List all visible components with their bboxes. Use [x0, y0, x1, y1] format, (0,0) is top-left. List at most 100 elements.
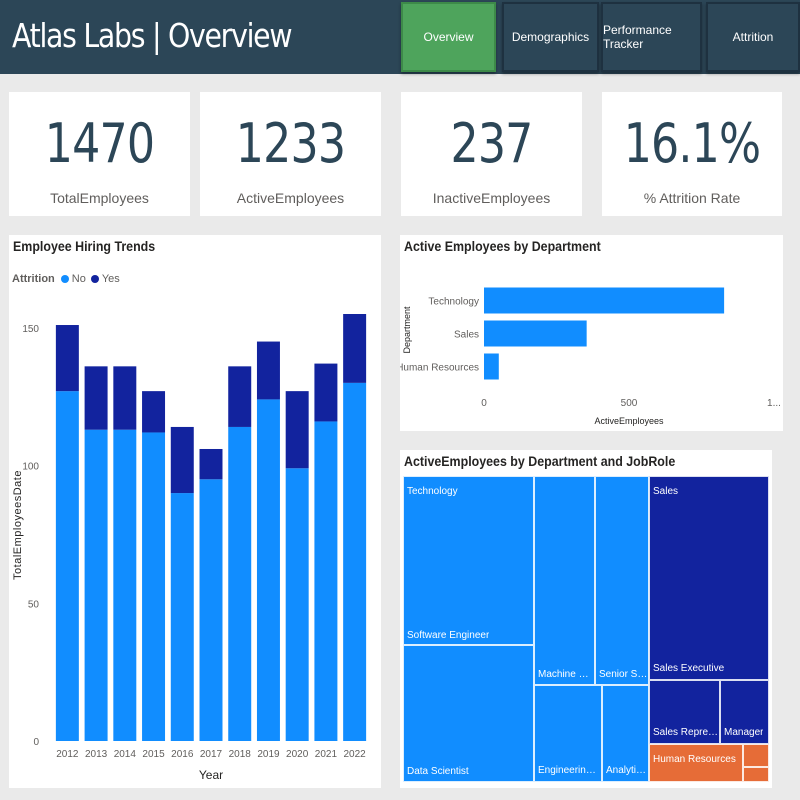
- treemap-title: ActiveEmployees by Department and JobRol…: [404, 454, 676, 469]
- treemap-role-label: Senior Softw...: [599, 669, 649, 680]
- kpi-card-attrition-rate: 16.1% % Attrition Rate: [602, 92, 782, 216]
- bar-yes-2019[interactable]: [256, 341, 280, 400]
- tab-demographics[interactable]: Demographics: [502, 2, 599, 72]
- bar-no-2012[interactable]: [55, 391, 79, 741]
- treemap-role-label: Sales Representat...: [653, 727, 719, 738]
- treemap-cell-senior-software[interactable]: Senior Softw...: [595, 476, 649, 685]
- treemap-cell-engineering-manager[interactable]: Engineering Ma...: [534, 685, 602, 782]
- bar-yes-2020[interactable]: [285, 391, 309, 469]
- tab-performance-tracker[interactable]: Performance Tracker: [601, 2, 702, 72]
- treemap-role-label: Data Scientist: [407, 766, 469, 777]
- treemap-card[interactable]: ActiveEmployees by Department and JobRol…: [400, 450, 772, 788]
- treemap-role-label: Software Engineer: [407, 630, 490, 641]
- bar-no-2018[interactable]: [228, 426, 252, 741]
- x-tick-label: 2015: [142, 749, 165, 760]
- x-tick-label: 2020: [286, 749, 309, 760]
- bar-no-2021[interactable]: [314, 421, 338, 741]
- x-tick-label: 2022: [344, 749, 367, 760]
- kpi-card-active-employees: 1233 ActiveEmployees: [200, 92, 381, 216]
- x-tick-label: 2018: [229, 749, 252, 760]
- treemap-cell-data-scientist[interactable]: Data Scientist: [403, 645, 534, 782]
- x-tick-label: 500: [621, 398, 638, 409]
- bar-yes-2014[interactable]: [113, 366, 137, 430]
- treemap-cell-analytics[interactable]: Analytics ...: [602, 685, 649, 782]
- hiring-trends-chart: 0 50 100 150 2012 2013 2014 2015 2016 2017 2018 201…: [12, 314, 367, 782]
- bar-no-2016[interactable]: [170, 493, 194, 741]
- y-tick-label: 0: [33, 737, 39, 748]
- x-tick-label: 2013: [85, 749, 108, 760]
- tab-attrition[interactable]: Attrition: [706, 2, 800, 72]
- treemap-dept-sales-label: Sales: [653, 486, 679, 497]
- bar-yes-2013[interactable]: [84, 366, 108, 430]
- y-tick-label: 50: [28, 599, 40, 610]
- hiring-trends-card[interactable]: Employee Hiring Trends Attrition No Yes …: [9, 235, 381, 788]
- bar-yes-2012[interactable]: [55, 325, 79, 392]
- y-axis-title: TotalEmployeesDate: [12, 470, 24, 580]
- treemap-cell-hr-role-b[interactable]: [743, 767, 769, 782]
- kpi-label: TotalEmployees: [50, 190, 149, 206]
- bar-no-2017[interactable]: [199, 479, 223, 741]
- kpi-value: 16.1%: [623, 112, 761, 175]
- tab-overview[interactable]: Overview: [401, 2, 496, 72]
- treemap-dept-technology-label: Technology: [407, 486, 458, 497]
- bar-yes-2015[interactable]: [142, 391, 166, 433]
- bar-yes-2016[interactable]: [170, 426, 194, 494]
- treemap: Technology Software Engineer Data Scient…: [403, 476, 769, 782]
- treemap-cell-machine-learning[interactable]: Machine Lear...: [534, 476, 595, 685]
- x-tick-label: 2021: [315, 749, 338, 760]
- treemap-cell-sales-representative[interactable]: Sales Representat...: [649, 680, 720, 744]
- dept-bar-chart: Technology Sales Human Resources 0 500 1... Ac…: [400, 287, 781, 426]
- bar-yes-2022[interactable]: [343, 314, 367, 383]
- treemap-role-label: Engineering Ma...: [538, 765, 601, 776]
- treemap-role-label: Sales Executive: [653, 663, 725, 674]
- tab-overview-label: Overview: [423, 30, 474, 44]
- kpi-value: 1470: [44, 112, 155, 175]
- x-tick-label: 2014: [114, 749, 137, 760]
- treemap-cell-hr-role-a[interactable]: [743, 744, 769, 767]
- y-tick-label: Human Resources: [400, 363, 479, 374]
- treemap-cell-manager[interactable]: Manager: [720, 680, 769, 744]
- x-tick-label: 1...: [767, 398, 781, 409]
- dept-bar-1[interactable]: [484, 320, 587, 347]
- dept-bar-0[interactable]: [484, 287, 725, 314]
- bar-no-2020[interactable]: [285, 468, 309, 741]
- kpi-card-inactive-employees: 237 InactiveEmployees: [401, 92, 582, 216]
- bar-yes-2017[interactable]: [199, 448, 223, 480]
- y-tick-label: Technology: [428, 297, 479, 308]
- treemap-role-label: Analytics ...: [606, 765, 648, 776]
- x-axis-title: Year: [199, 768, 223, 782]
- kpi-value: 237: [450, 112, 533, 175]
- treemap-cell-technology-header[interactable]: Technology Software Engineer: [403, 476, 534, 645]
- tab-demographics-label: Demographics: [511, 30, 590, 44]
- x-tick-label: 2016: [171, 749, 194, 760]
- bar-no-2013[interactable]: [84, 429, 108, 741]
- bar-no-2022[interactable]: [343, 382, 367, 741]
- treemap-cell-sales-executive[interactable]: Sales Sales Executive: [649, 476, 769, 680]
- y-tick-label: 150: [22, 324, 39, 335]
- x-tick-label: 0: [481, 398, 487, 409]
- kpi-card-total-employees: 1470 TotalEmployees: [9, 92, 190, 216]
- y-tick-label: 100: [22, 462, 39, 473]
- x-tick-label: 2017: [200, 749, 223, 760]
- bar-yes-2021[interactable]: [314, 363, 338, 422]
- y-tick-label: Sales: [454, 330, 479, 341]
- tab-performance-tracker-label: Performance Tracker: [603, 23, 672, 51]
- treemap-role-label: Machine Lear...: [538, 669, 594, 680]
- kpi-value: 1233: [235, 112, 346, 175]
- bar-yes-2018[interactable]: [228, 366, 252, 427]
- y-axis-title: Department: [402, 306, 412, 354]
- bar-no-2019[interactable]: [256, 399, 280, 741]
- x-tick-label: 2012: [56, 749, 79, 760]
- dept-chart-card[interactable]: Active Employees by Department Technolog…: [400, 235, 783, 431]
- x-axis-title: ActiveEmployees: [594, 416, 664, 426]
- kpi-label: InactiveEmployees: [432, 190, 551, 206]
- bar-no-2015[interactable]: [142, 432, 166, 741]
- tab-attrition-label: Attrition: [732, 30, 774, 44]
- bar-no-2014[interactable]: [113, 429, 137, 741]
- page-title: Atlas Labs | Overview: [12, 16, 293, 55]
- dept-bar-2[interactable]: [484, 353, 499, 380]
- header-bar: Atlas Labs | Overview Overview Demograph…: [0, 0, 800, 74]
- treemap-cell-human-resources[interactable]: Human Resources: [649, 744, 743, 782]
- treemap-role-label: Manager: [724, 727, 764, 738]
- kpi-label: ActiveEmployees: [236, 190, 345, 206]
